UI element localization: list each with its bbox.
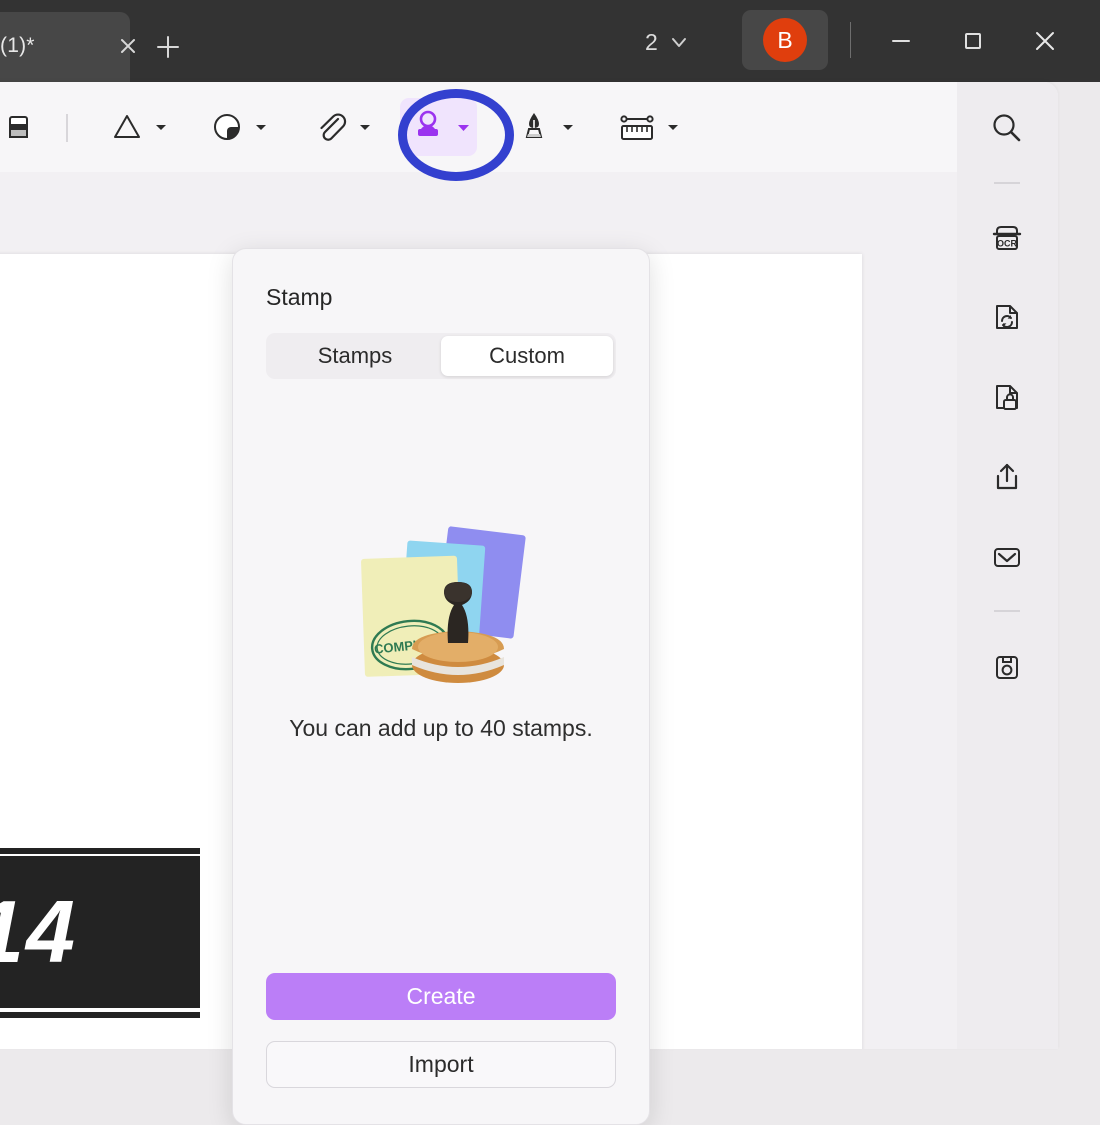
new-tab-button[interactable]: [147, 26, 189, 68]
chevron-down-icon[interactable]: [666, 120, 680, 134]
panel-title: Stamp: [266, 284, 333, 310]
sidebar-item-convert[interactable]: [971, 287, 1043, 347]
toolbar-separator: [66, 114, 68, 142]
plus-icon: [157, 36, 179, 58]
convert-icon: [996, 305, 1018, 329]
stamp-panel: Stamp Stamps Custom COMPLETE You can add…: [232, 248, 650, 1125]
tab-custom[interactable]: Custom: [441, 336, 613, 376]
sidebar-item-save[interactable]: [971, 637, 1043, 697]
tool-attachment[interactable]: [304, 98, 378, 156]
tool-signature[interactable]: [507, 98, 581, 156]
ocr-icon: OCR: [992, 226, 1022, 250]
create-stamp-button[interactable]: Create: [266, 973, 616, 1020]
stamp-tab-group: Stamps Custom: [266, 333, 616, 379]
note-icon: [214, 114, 240, 140]
window-maximize-button[interactable]: [947, 18, 999, 64]
close-icon: [121, 39, 135, 53]
sidebar-item-share[interactable]: [971, 447, 1043, 507]
page-rule-bottom: [0, 1012, 200, 1018]
sidebar-divider-1: [994, 182, 1020, 184]
close-icon: [1036, 32, 1054, 50]
sidebar-item-protect[interactable]: [971, 367, 1043, 427]
right-sidebar: OCR: [957, 82, 1058, 1049]
account-button[interactable]: B: [742, 10, 828, 70]
floppy-disk-icon: [996, 656, 1018, 679]
sidebar-item-email[interactable]: [971, 527, 1043, 587]
chevron-down-icon[interactable]: [456, 120, 471, 135]
avatar-initial: B: [777, 26, 793, 53]
title-bar: (1)* 2 B: [0, 0, 1100, 82]
page-rule-top: [0, 848, 200, 854]
tab-title: (1)*: [0, 34, 35, 57]
window-minimize-button[interactable]: [875, 18, 927, 64]
tool-stamp[interactable]: [400, 98, 477, 156]
document-lock-icon: [996, 385, 1018, 410]
chevron-down-icon: [671, 38, 686, 47]
tool-eraser[interactable]: [0, 98, 44, 156]
app-shell: 14 eSigna Stamp Stamps Custom: [0, 82, 1058, 1125]
maximize-icon: [965, 33, 981, 49]
page-number-block: 14: [0, 856, 200, 1008]
tool-sticky-note[interactable]: [200, 98, 274, 156]
search-icon: [993, 114, 1021, 142]
empty-state-message: You can add up to 40 stamps.: [289, 715, 593, 741]
envelope-icon: [994, 548, 1020, 567]
eraser-icon: [9, 116, 28, 138]
annotation-toolbar: [0, 82, 957, 172]
tool-shapes[interactable]: [100, 98, 174, 156]
document-tab[interactable]: (1)*: [0, 12, 130, 82]
chevron-down-icon[interactable]: [254, 120, 268, 134]
page-count-selector[interactable]: 2: [645, 22, 690, 62]
tab-custom-label: Custom: [489, 343, 565, 368]
svg-text:OCR: OCR: [997, 239, 1018, 249]
page-count-value: 2: [645, 28, 658, 55]
tab-stamps[interactable]: Stamps: [269, 336, 441, 376]
tool-measure[interactable]: [608, 98, 686, 156]
sidebar-item-search[interactable]: [971, 98, 1043, 158]
chevron-down-icon[interactable]: [154, 120, 168, 134]
titlebar-separator: [850, 22, 851, 58]
sidebar-divider-2: [994, 610, 1020, 612]
stamp-papers-illustration: COMPLETE: [361, 526, 526, 683]
chevron-down-icon[interactable]: [561, 120, 575, 134]
page-number-value: 14: [0, 882, 77, 981]
avatar: B: [763, 18, 807, 62]
triangle-icon: [114, 115, 140, 138]
workspace: 14 eSigna Stamp Stamps Custom: [0, 82, 1100, 1125]
import-stamp-button[interactable]: Import: [266, 1041, 616, 1088]
minimize-icon: [892, 40, 910, 42]
pen-nib-icon: [525, 113, 543, 138]
import-stamp-label: Import: [408, 1051, 474, 1077]
sidebar-item-ocr[interactable]: OCR: [971, 207, 1043, 267]
ruler-icon: [620, 115, 654, 140]
share-upload-icon: [996, 463, 1018, 490]
stamp-icon: [418, 110, 438, 136]
window-close-button[interactable]: [1019, 18, 1071, 64]
tab-stamps-label: Stamps: [317, 343, 393, 368]
create-stamp-label: Create: [406, 983, 476, 1009]
paperclip-icon: [320, 113, 347, 141]
chevron-down-icon[interactable]: [358, 120, 372, 134]
